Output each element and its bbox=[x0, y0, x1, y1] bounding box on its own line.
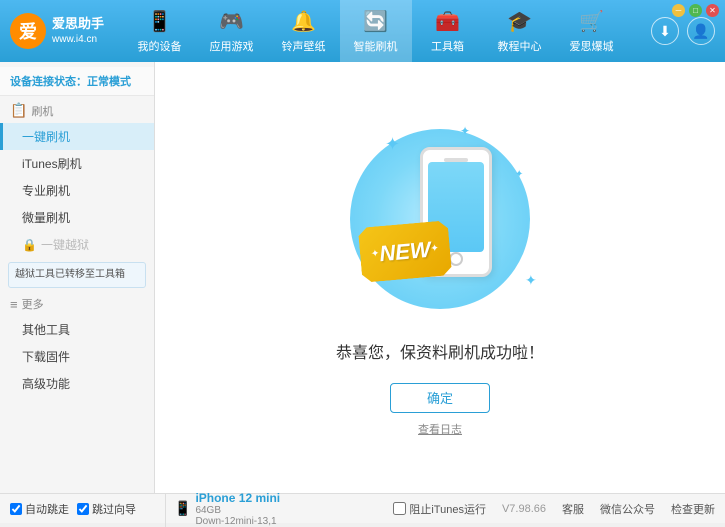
header: 爱 爱思助手 www.i4.cn 📱 我的设备 🎮 应用游戏 🔔 铃声壁纸 🔄 … bbox=[0, 0, 725, 62]
new-label: NEW bbox=[378, 236, 431, 266]
apps-games-icon: 🎮 bbox=[219, 9, 244, 34]
stop-itunes-area: 阻止iTunes运行 bbox=[393, 501, 486, 517]
logo-icon: 爱 bbox=[10, 13, 46, 49]
skip-wizard-input[interactable] bbox=[77, 503, 89, 515]
sparkle-4: ✦ bbox=[525, 272, 537, 289]
main-layout: 设备连接状态：正常模式 📋 刷机 一键刷机 iTunes刷机 专业刷机 微量刷机… bbox=[0, 62, 725, 493]
bottom-left-area: 自动跳走 跳过向导 bbox=[10, 501, 165, 517]
new-ribbon: ✦ NEW ✦ bbox=[358, 220, 452, 283]
check-update-link[interactable]: 检查更新 bbox=[671, 501, 715, 517]
nav-tutorial[interactable]: 🎓 教程中心 bbox=[484, 0, 556, 62]
more-section-title: ≡ 更多 bbox=[0, 292, 154, 316]
version-label: V7.98.66 bbox=[502, 503, 546, 515]
bottom-bar: 自动跳走 跳过向导 📱 iPhone 12 mini 64GB Down-12m… bbox=[0, 493, 725, 523]
phone-speaker bbox=[444, 158, 468, 162]
nav-apps-games[interactable]: 🎮 应用游戏 bbox=[196, 0, 268, 62]
download-button[interactable]: ⬇ bbox=[651, 17, 679, 45]
sparkle-1: ✦ bbox=[385, 134, 400, 155]
wechat-public-link[interactable]: 微信公众号 bbox=[600, 501, 655, 517]
device-model: Down-12mini-13,1 bbox=[195, 516, 280, 527]
confirm-button[interactable]: 确定 bbox=[390, 383, 490, 413]
success-message: 恭喜您，保资料刷机成功啦！ bbox=[336, 339, 544, 363]
sidebar-item-advanced[interactable]: 高级功能 bbox=[0, 370, 154, 397]
sidebar: 设备连接状态：正常模式 📋 刷机 一键刷机 iTunes刷机 专业刷机 微量刷机… bbox=[0, 62, 155, 493]
sidebar-item-one-key-jb: 🔒 一键越狱 bbox=[0, 231, 154, 258]
nav-tmall[interactable]: 🛒 爱思爆城 bbox=[556, 0, 628, 62]
sidebar-item-one-key-flash[interactable]: 一键刷机 bbox=[0, 123, 154, 150]
connection-status: 设备连接状态：正常模式 bbox=[0, 67, 154, 96]
sidebar-item-download-fw[interactable]: 下载固件 bbox=[0, 343, 154, 370]
nav-ringtones[interactable]: 🔔 铃声壁纸 bbox=[268, 0, 340, 62]
sparkle-3: ✦ bbox=[515, 169, 523, 180]
device-details: iPhone 12 mini 64GB Down-12mini-13,1 bbox=[195, 491, 280, 527]
star-right-icon: ✦ bbox=[430, 243, 439, 255]
device-info: 📱 iPhone 12 mini 64GB Down-12mini-13,1 bbox=[165, 491, 280, 527]
auto-jump-input[interactable] bbox=[10, 503, 22, 515]
sidebar-item-other-tools[interactable]: 其他工具 bbox=[0, 316, 154, 343]
nav-smart-flash[interactable]: 🔄 智能刷机 bbox=[340, 0, 412, 62]
jailbreak-notice: 越狱工具已转移至工具箱 bbox=[8, 262, 146, 288]
toolbox-icon: 🧰 bbox=[435, 9, 460, 34]
phone-icon: 📱 bbox=[174, 500, 191, 517]
ringtones-icon: 🔔 bbox=[291, 9, 316, 34]
minimize-button[interactable]: ─ bbox=[672, 4, 685, 17]
sidebar-item-data-flash[interactable]: 微量刷机 bbox=[0, 204, 154, 231]
tutorial-icon: 🎓 bbox=[507, 9, 532, 34]
header-actions: ⬇ 👤 bbox=[651, 17, 715, 45]
user-button[interactable]: 👤 bbox=[687, 17, 715, 45]
auto-jump-checkbox[interactable]: 自动跳走 bbox=[10, 501, 69, 517]
stop-itunes-checkbox[interactable] bbox=[393, 502, 406, 515]
sidebar-item-pro-flash[interactable]: 专业刷机 bbox=[0, 177, 154, 204]
close-button[interactable]: ✕ bbox=[706, 4, 719, 17]
phone-illustration: ✦ ✦ ✦ ✦ ✦ NEW ✦ bbox=[330, 119, 550, 319]
my-device-icon: 📱 bbox=[147, 9, 172, 34]
maximize-button[interactable]: □ bbox=[689, 4, 702, 17]
skip-wizard-checkbox[interactable]: 跳过向导 bbox=[77, 501, 136, 517]
view-log-link[interactable]: 查看日志 bbox=[418, 421, 462, 437]
nav-toolbox[interactable]: 🧰 工具箱 bbox=[412, 0, 484, 62]
tmall-icon: 🛒 bbox=[579, 9, 604, 34]
smart-flash-icon: 🔄 bbox=[363, 9, 388, 34]
logo-text: 爱思助手 www.i4.cn bbox=[52, 16, 104, 46]
bottom-right-area: 阻止iTunes运行 V7.98.66 客服 微信公众号 检查更新 bbox=[393, 501, 715, 517]
content-area: ✦ ✦ ✦ ✦ ✦ NEW ✦ 恭喜您，保资料刷机成功啦！ 确定 查看日志 bbox=[155, 62, 725, 493]
customer-service-link[interactable]: 客服 bbox=[562, 501, 584, 517]
sidebar-item-itunes-flash[interactable]: iTunes刷机 bbox=[0, 150, 154, 177]
sparkle-2: ✦ bbox=[460, 124, 470, 138]
logo: 爱 爱思助手 www.i4.cn bbox=[10, 13, 110, 49]
device-storage: 64GB bbox=[195, 505, 280, 516]
main-nav: 📱 我的设备 🎮 应用游戏 🔔 铃声壁纸 🔄 智能刷机 🧰 工具箱 🎓 教程中心… bbox=[110, 0, 641, 62]
nav-my-device[interactable]: 📱 我的设备 bbox=[124, 0, 196, 62]
flash-section-title: 📋 刷机 bbox=[0, 96, 154, 123]
